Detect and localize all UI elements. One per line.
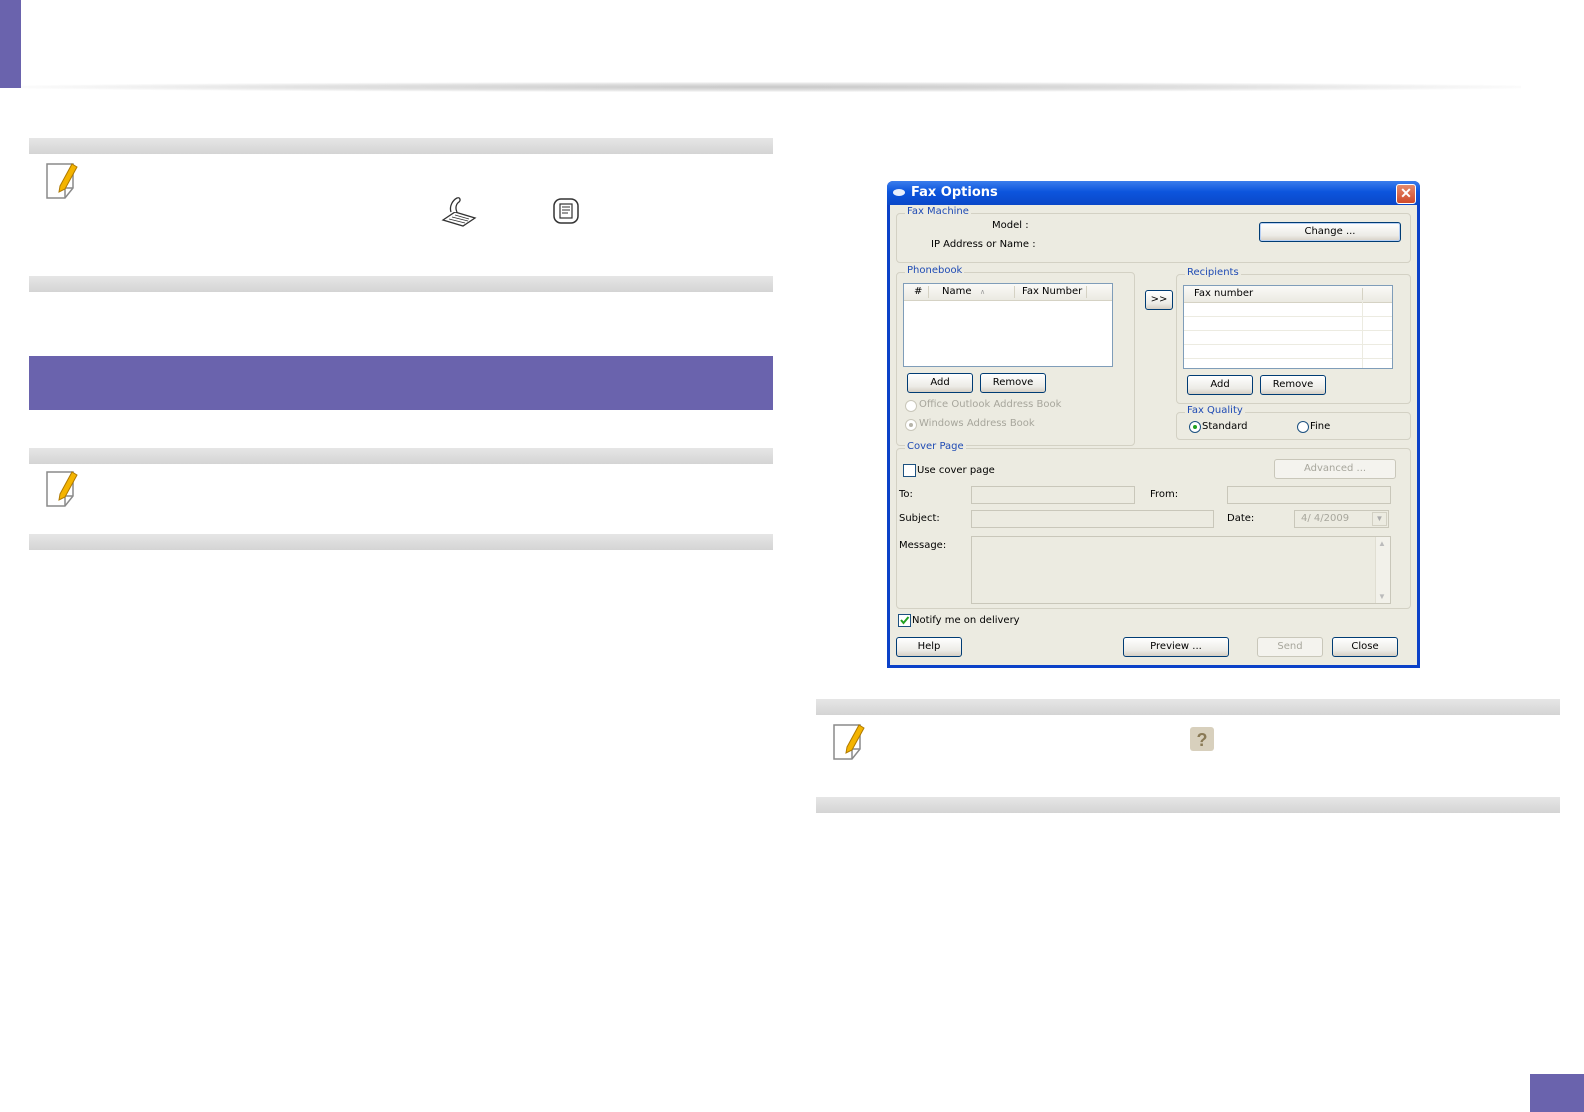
fax-handset-icon (441, 197, 477, 227)
from-label: From: (1150, 489, 1179, 500)
phonebook-label: Phonebook (905, 265, 965, 276)
recipients-add-button[interactable]: Add (1187, 375, 1253, 395)
dialog-client-area: Fax Machine Model : IP Address or Name :… (890, 205, 1417, 665)
standard-quality-label: Standard (1202, 421, 1248, 432)
message-label: Message: (899, 540, 947, 551)
date-label: Date: (1227, 513, 1255, 524)
phonebook-button-icon (553, 198, 579, 224)
page-number-badge (1530, 1074, 1584, 1112)
message-field[interactable]: ▲ ▼ (971, 536, 1391, 604)
close-window-button[interactable]: ✕ (1396, 184, 1416, 204)
change-button[interactable]: Change ... (1259, 222, 1401, 242)
advanced-button[interactable]: Advanced ... (1274, 459, 1396, 479)
col-recipient-fax-number[interactable]: Fax number (1194, 288, 1253, 299)
fine-quality-label: Fine (1310, 421, 1331, 432)
outlook-address-book-radio[interactable] (905, 400, 917, 412)
recipients-list-header: Fax number (1184, 286, 1392, 303)
dialog-title: Fax Options (911, 185, 998, 200)
dialog-titlebar[interactable]: Fax Options ✕ (887, 181, 1420, 205)
cover-page-label: Cover Page (905, 441, 966, 452)
note-box-1 (29, 138, 773, 292)
note-icon (833, 724, 865, 760)
fax-machine-label: Fax Machine (905, 206, 971, 217)
header-divider (21, 82, 1521, 92)
subject-label: Subject: (899, 513, 940, 524)
col-fax-number[interactable]: Fax Number (1022, 286, 1082, 297)
from-field[interactable] (1227, 486, 1391, 504)
ip-address-label: IP Address or Name : (931, 239, 1036, 250)
cover-page-group: Cover Page Use cover page Advanced ... T… (896, 441, 1411, 609)
message-scrollbar[interactable]: ▲ ▼ (1375, 537, 1390, 603)
date-value: 4/ 4/2009 (1301, 513, 1350, 524)
help-question-icon: ? (1190, 727, 1214, 751)
preview-button[interactable]: Preview ... (1123, 637, 1229, 657)
phonebook-remove-button[interactable]: Remove (980, 373, 1046, 393)
sort-ascending-icon: ∧ (980, 288, 986, 296)
outlook-address-book-label: Office Outlook Address Book (919, 399, 1062, 410)
phonebook-list-header: # Name ∧ Fax Number (904, 284, 1112, 301)
date-picker[interactable]: 4/ 4/2009 ▼ (1294, 510, 1389, 528)
scroll-down-icon[interactable]: ▼ (1378, 592, 1386, 601)
fax-quality-label: Fax Quality (1185, 405, 1245, 416)
recipients-label: Recipients (1185, 267, 1241, 278)
note-icon (46, 163, 78, 199)
note-icon (46, 471, 78, 507)
standard-quality-radio[interactable] (1189, 421, 1201, 433)
note-box-3: ? (816, 699, 1560, 813)
to-label: To: (899, 489, 913, 500)
checkmark-icon (900, 616, 910, 625)
phonebook-add-button[interactable]: Add (907, 373, 973, 393)
fax-options-dialog: Fax Options ✕ Fax Machine Model : IP Add… (887, 181, 1420, 668)
fine-quality-radio[interactable] (1297, 421, 1309, 433)
scroll-up-icon[interactable]: ▲ (1378, 539, 1386, 548)
note-box-2 (29, 448, 773, 550)
recipients-remove-button[interactable]: Remove (1260, 375, 1326, 395)
add-to-recipients-button[interactable]: >> (1145, 290, 1173, 310)
window-icon (893, 189, 905, 196)
fax-machine-group: Fax Machine Model : IP Address or Name :… (896, 206, 1411, 263)
chapter-tab (0, 0, 21, 88)
section-heading-band (29, 356, 773, 410)
use-cover-page-label: Use cover page (917, 465, 995, 476)
svg-text:?: ? (1197, 730, 1208, 750)
subject-field[interactable] (971, 510, 1214, 528)
send-button[interactable]: Send (1257, 637, 1323, 657)
help-button[interactable]: Help (896, 637, 962, 657)
notify-checkbox[interactable] (898, 614, 911, 627)
close-button[interactable]: Close (1332, 637, 1398, 657)
fax-quality-group: Fax Quality Standard Fine (1176, 405, 1411, 440)
col-name[interactable]: Name (942, 286, 972, 297)
to-field[interactable] (971, 486, 1135, 504)
col-number[interactable]: # (914, 286, 922, 297)
recipients-group: Recipients Fax number Add Remove (1176, 267, 1411, 404)
windows-address-book-label: Windows Address Book (919, 418, 1035, 429)
model-label: Model : (992, 220, 1029, 231)
phonebook-list[interactable]: # Name ∧ Fax Number (903, 283, 1113, 367)
phonebook-group: Phonebook # Name ∧ Fax Number Add Remove… (896, 265, 1135, 446)
windows-address-book-radio[interactable] (905, 419, 917, 431)
chevron-down-icon[interactable]: ▼ (1372, 512, 1387, 526)
notify-label: Notify me on delivery (912, 615, 1020, 626)
recipients-list[interactable]: Fax number (1183, 285, 1393, 369)
use-cover-page-checkbox[interactable] (903, 464, 916, 477)
